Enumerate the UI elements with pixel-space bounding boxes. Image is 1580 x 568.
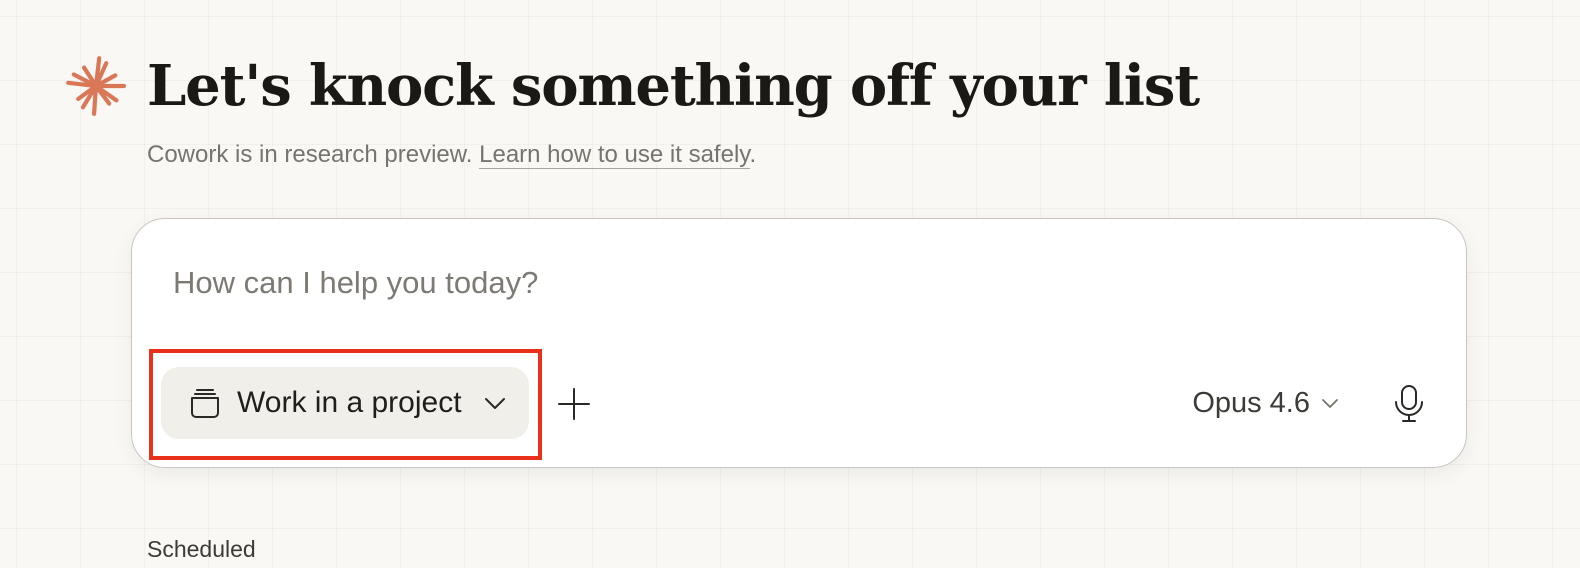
microphone-icon[interactable] (1390, 383, 1428, 423)
chevron-down-icon (484, 398, 505, 409)
chevron-down-icon (1322, 399, 1338, 408)
folder-stack-icon (191, 389, 219, 418)
plus-icon[interactable] (554, 384, 594, 424)
model-label: Opus 4.6 (1192, 386, 1310, 419)
work-in-project-label: Work in a project (237, 386, 462, 419)
subtitle-text: Cowork is in research preview. (147, 141, 473, 168)
sparkle-logo-icon (66, 56, 127, 117)
page-title: Let's knock something off your list (147, 53, 1200, 119)
scheduled-section-label: Scheduled (147, 536, 256, 562)
learn-safety-link[interactable]: Learn how to use it safely (479, 141, 750, 169)
work-in-project-button[interactable]: Work in a project (161, 367, 529, 439)
subtitle-period: . (749, 141, 757, 168)
subtitle: Cowork is in research preview. Learn how… (147, 140, 756, 170)
composer: Work in a project Opus 4.6 (131, 218, 1467, 468)
model-selector[interactable]: Opus 4.6 (1192, 383, 1340, 423)
prompt-input[interactable] (173, 263, 1373, 303)
